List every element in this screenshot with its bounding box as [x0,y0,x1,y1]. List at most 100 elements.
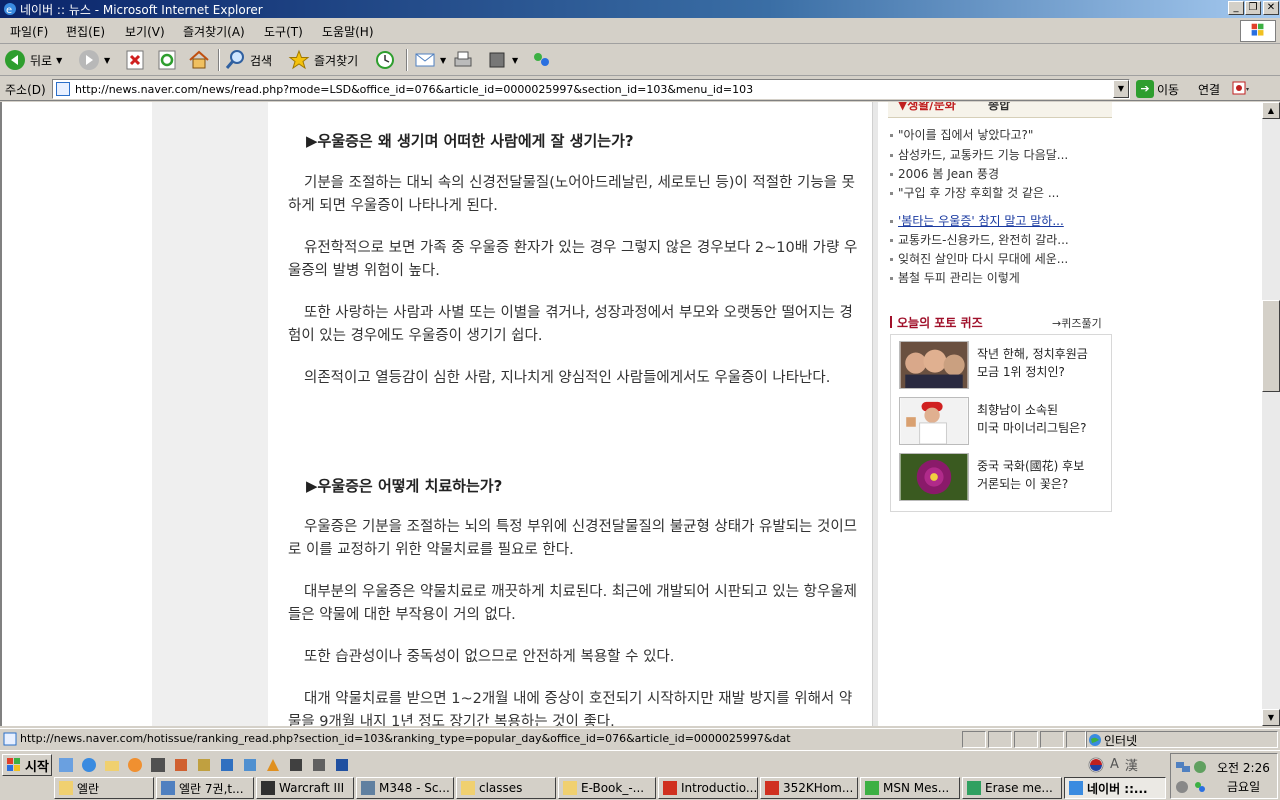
browser-viewport[interactable]: ▶우울증은 왜 생기며 어떠한 사람에게 잘 생기는가? 기분을 조절하는 대뇌… [0,102,1262,726]
quicklaunch-icon[interactable] [242,757,258,773]
scroll-down-button[interactable]: ▼ [1262,709,1280,726]
menu-edit[interactable]: 편집(E) [66,23,105,40]
address-dropdown-button[interactable]: ▼ [1113,80,1129,98]
minimize-button[interactable]: _ [1228,1,1244,15]
home-button[interactable] [188,48,210,72]
chevron-down-icon: ▼ [104,55,111,65]
quicklaunch-icon[interactable] [288,757,304,773]
translate-icon[interactable] [1232,80,1250,98]
quicklaunch-icon[interactable] [334,757,350,773]
baseball-player-photo [899,397,969,445]
tray-app-icon[interactable] [1175,780,1189,794]
ime-bar[interactable]: A 漢 [1088,755,1138,774]
quicklaunch-icon[interactable] [127,757,143,773]
tray-app-icon[interactable] [1193,760,1207,774]
go-button[interactable]: ➔ 이동 [1136,79,1179,99]
quiz-item[interactable]: 최향남이 소속된 미국 마이너리그팀은? [899,397,1107,447]
scroll-up-button[interactable]: ▲ [1262,102,1280,119]
task-button[interactable]: 엘란 [54,777,154,799]
network-icon[interactable] [1175,760,1191,774]
tab-lifestyle[interactable]: ▼생활/문화 [898,102,956,113]
article-paragraph: 우울증은 기분을 조절하는 뇌의 특정 부위에 신경전달물질의 불균형 상태가 … [288,519,858,558]
quiz-more-link[interactable]: →퀴즈풀기 [1052,315,1102,331]
quiz-item[interactable]: 중국 국화(國花) 후보 거론되는 이 꽃은? [899,453,1107,503]
news-item[interactable]: 삼성카드, 교통카드 기능 다음달... [890,146,1068,163]
article-heading: ▶우울증은 어떻게 치료하는가? [306,477,503,495]
messenger-button[interactable] [530,48,552,72]
title-bar[interactable]: e 네이버 :: 뉴스 - Microsoft Internet Explore… [0,0,1280,18]
task-button-active[interactable]: 네이버 ::... [1064,777,1166,799]
back-label: 뒤로 [30,53,53,68]
ime-hanja[interactable]: 漢 [1125,755,1138,774]
menu-view[interactable]: 보기(V) [125,23,165,40]
links-button[interactable]: 연결 [1198,81,1220,98]
ie-icon: e [4,3,16,16]
task-button[interactable]: Introductio... [658,777,758,799]
mail-button[interactable]: ▼ [414,48,446,72]
search-button[interactable]: 검색 [224,48,272,72]
favorites-label: 즐겨찾기 [314,53,359,68]
menu-tools[interactable]: 도구(T) [264,23,303,40]
menu-help[interactable]: 도움말(H) [322,23,374,40]
task-button[interactable]: M348 - Sc... [356,777,454,799]
mail-icon [415,53,435,67]
news-item[interactable]: "아이를 집에서 낳았다고?" [890,126,1033,143]
toolbar: 뒤로 ▼ ▼ 검색 즐겨찾기 ▼ ▼ [0,45,1280,76]
stop-button[interactable] [124,48,146,72]
quicklaunch-icon[interactable] [196,757,212,773]
news-item[interactable]: 2006 봄 Jean 풍경 [890,165,999,182]
task-button[interactable]: Erase me... [962,777,1062,799]
task-button[interactable]: E-Book_-... [558,777,656,799]
address-label: 주소(D) [5,83,46,97]
edit-button[interactable]: ▼ [486,48,518,72]
msn-icon[interactable] [1193,780,1207,794]
quicklaunch-icon[interactable] [173,757,189,773]
go-arrow-icon: ➔ [1136,80,1154,98]
quicklaunch-icon[interactable] [311,757,327,773]
quicklaunch-icon[interactable] [219,757,235,773]
scroll-thumb[interactable] [1262,300,1280,392]
ime-mode[interactable]: A [1110,757,1119,772]
menu-file[interactable]: 파일(F) [10,23,48,40]
close-button[interactable]: ✕ [1263,1,1279,15]
news-item[interactable]: 잊혀진 살인마 다시 무대에 세운... [890,250,1068,267]
refresh-button[interactable] [156,48,178,72]
tab-general[interactable]: 종합 [988,102,1010,113]
vertical-scrollbar[interactable]: ▲ ▼ [1262,102,1280,726]
task-button[interactable]: MSN Mes... [860,777,960,799]
article-paragraph: 기분을 조절하는 대뇌 속의 신경전달물질(노어아드레날린, 세로토닌 등)이 … [288,175,855,214]
clock-time[interactable]: 오전 2:26 [1217,759,1270,776]
favorites-button[interactable]: 즐겨찾기 [288,48,358,72]
star-icon [288,49,310,70]
page-icon [3,732,17,746]
quicklaunch-icon[interactable] [58,757,74,773]
folder-icon[interactable] [104,757,120,773]
ie-icon[interactable] [81,757,97,773]
photo-quiz-title: 오늘의 포토 퀴즈 [890,314,983,331]
quicklaunch-icon[interactable] [150,757,166,773]
task-button[interactable]: 엘란 7권,t... [156,777,254,799]
search-label: 검색 [250,53,273,68]
quiz-item[interactable]: 작년 한해, 정치후원금 모금 1위 정치인? [899,341,1107,391]
address-url[interactable]: http://news.naver.com/news/read.php?mode… [75,83,753,96]
start-button[interactable]: 시작 [2,754,52,776]
news-item[interactable]: "구입 후 가장 후회할 것 같은 ... [890,184,1059,201]
news-item[interactable]: 봄철 두피 관리는 이렇게 [890,269,1020,286]
back-arrow-icon [5,50,25,70]
task-button[interactable]: 352KHom... [760,777,858,799]
news-item[interactable]: 교통카드-신용카드, 완전히 갈라... [890,231,1069,248]
task-button[interactable]: Warcraft III [256,777,354,799]
task-button[interactable]: classes [456,777,556,799]
menu-favorites[interactable]: 즐겨찾기(A) [183,23,245,40]
restore-button[interactable]: ❐ [1245,1,1261,15]
back-button[interactable]: 뒤로 ▼ [4,48,62,72]
history-button[interactable] [374,48,396,72]
news-item[interactable]: '봄타는 우울증' 참지 말고 말하... [890,212,1064,229]
forward-button[interactable]: ▼ [78,48,110,72]
status-bar: http://news.naver.com/hotissue/ranking_r… [0,728,1280,749]
print-button[interactable] [452,48,474,72]
security-zone: 인터넷 [1104,734,1138,748]
quicklaunch-icon[interactable] [265,757,281,773]
article-paragraph: 또한 습관성이나 중독성이 없으므로 안전하게 복용할 수 있다. [304,649,675,665]
address-input[interactable]: http://news.naver.com/news/read.php?mode… [52,79,1130,99]
